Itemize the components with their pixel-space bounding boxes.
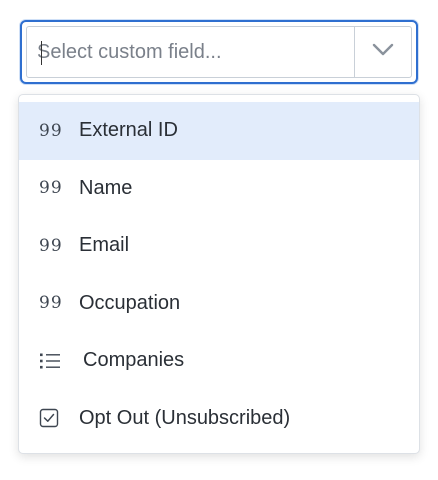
option-external-id[interactable]: 99 External ID bbox=[19, 102, 419, 160]
custom-field-options-menu: 99 External ID 99 Name 99 Email 99 Occup… bbox=[18, 94, 420, 454]
option-label: Companies bbox=[83, 349, 185, 372]
option-label: Email bbox=[79, 234, 130, 257]
dropdown-toggle-button[interactable] bbox=[355, 27, 411, 77]
checkbox-icon bbox=[19, 408, 79, 428]
custom-field-select-control[interactable] bbox=[20, 20, 418, 84]
list-icon bbox=[19, 352, 79, 370]
option-label: Occupation bbox=[79, 291, 181, 314]
option-companies[interactable]: Companies bbox=[19, 332, 419, 390]
option-opt-out[interactable]: Opt Out (Unsubscribed) bbox=[19, 390, 419, 448]
option-name[interactable]: 99 Name bbox=[19, 160, 419, 218]
option-email[interactable]: 99 Email bbox=[19, 217, 419, 275]
quote-icon: 99 bbox=[39, 293, 63, 314]
custom-field-select: 99 External ID 99 Name 99 Email 99 Occup… bbox=[0, 0, 438, 480]
quote-icon: 99 bbox=[39, 120, 63, 141]
text-cursor bbox=[41, 41, 42, 65]
chevron-down-icon bbox=[372, 43, 394, 62]
quote-icon: 99 bbox=[39, 235, 63, 256]
select-inner bbox=[26, 26, 412, 78]
option-occupation[interactable]: 99 Occupation bbox=[19, 275, 419, 333]
option-label: External ID bbox=[79, 119, 178, 142]
option-label: Name bbox=[79, 176, 133, 199]
quote-icon: 99 bbox=[39, 178, 63, 199]
option-label: Opt Out (Unsubscribed) bbox=[79, 406, 291, 429]
custom-field-search-input[interactable] bbox=[27, 27, 355, 77]
